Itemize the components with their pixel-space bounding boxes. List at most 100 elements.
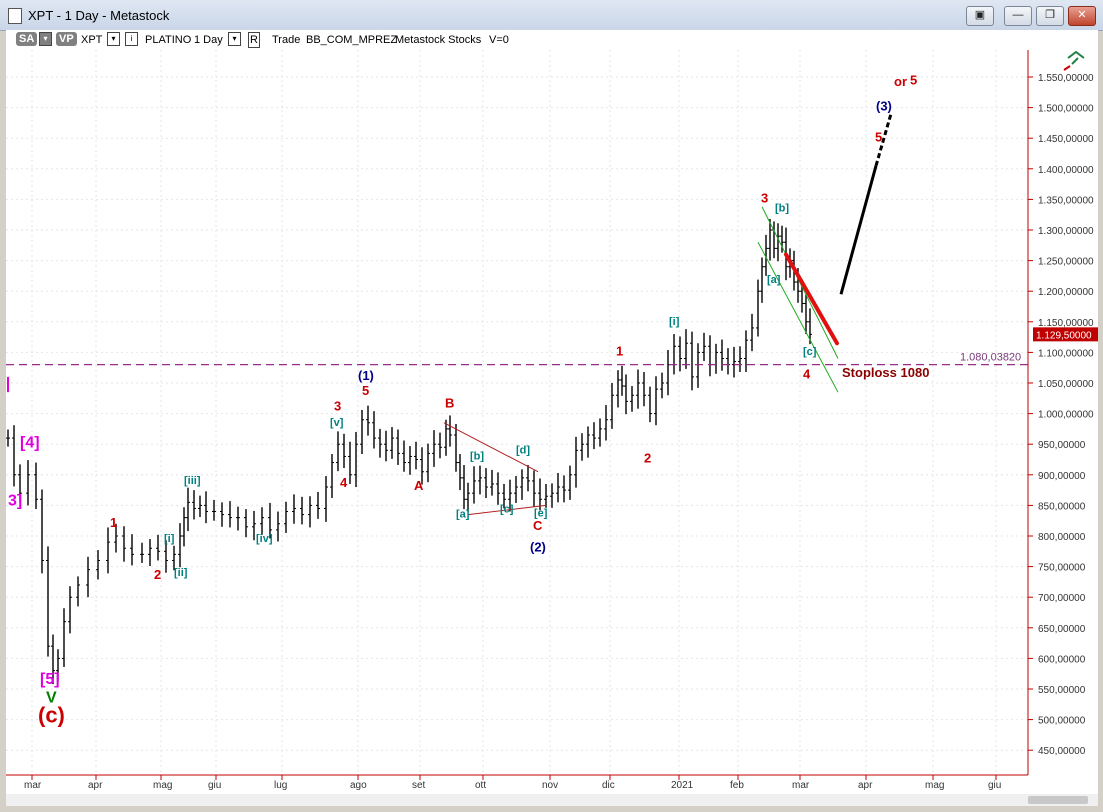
x-tick-label: mag (925, 780, 944, 791)
y-axis: 1.550,00000 1.500,00000 1.450,00000 1.400,0… (1027, 50, 1099, 775)
x-tick-label: ott (475, 780, 486, 791)
x-tick-label: nov (542, 780, 558, 791)
close-button[interactable]: ✕ (1068, 6, 1096, 26)
price-chart-svg[interactable]: 1.080,03820 or 5(3)53[b][a][i][c]4 Stoplos… (6, 50, 1099, 794)
period-label[interactable]: 1 Day (194, 33, 223, 47)
wave-label: or (894, 74, 907, 89)
window-title: XPT - 1 Day - Metastock (28, 8, 170, 23)
x-tick-label: mar (792, 780, 810, 791)
sa-button[interactable]: SA (16, 32, 38, 46)
vp-button[interactable]: VP (56, 32, 77, 46)
wave-label: [iii] (184, 475, 201, 487)
symbol-dropdown-icon[interactable]: ▾ (107, 32, 120, 46)
y-tick-label: 500,00000 (1038, 716, 1086, 727)
price-bars (6, 218, 812, 685)
wave-label: 3 (334, 399, 341, 414)
x-tick-label: set (412, 780, 426, 791)
mode-button[interactable]: R (248, 32, 260, 48)
last-price-label: 1.129,50000 (1036, 330, 1092, 341)
x-tick-label: feb (730, 780, 744, 791)
wave-label: [iv] (256, 533, 273, 545)
y-tick-label: 650,00000 (1038, 624, 1086, 635)
wave-label: [c] (500, 504, 514, 516)
restore-chart-button[interactable]: ▣ (966, 6, 994, 26)
grid-layer (6, 50, 1028, 775)
period-dropdown-icon[interactable]: ▾ (228, 32, 241, 46)
wave-annotations: or 5(3)53[b][a][i][c]4 Stoploss 108012(1)5… (8, 72, 929, 727)
wave-label: 2 (154, 567, 161, 582)
maximize-button[interactable]: ❐ (1036, 6, 1064, 26)
sa-dropdown-icon[interactable]: ▾ (39, 32, 52, 46)
drawing-tool-icon[interactable] (1063, 50, 1085, 71)
y-tick-label: 600,00000 (1038, 654, 1086, 665)
wave-label: [i] (164, 533, 175, 545)
wave-label: 4 (340, 475, 348, 490)
y-tick-label: 1.300,00000 (1038, 226, 1094, 237)
x-tick-label: mag (153, 780, 172, 791)
wave-label: 3] (8, 492, 22, 509)
data-source-label: Metastock Stocks (395, 34, 482, 46)
y-tick-label: 800,00000 (1038, 532, 1086, 543)
symbol-label[interactable]: XPT (81, 33, 102, 47)
wave-label: 2 (644, 451, 651, 466)
wave-label: [5] (40, 671, 60, 688)
info-icon[interactable]: i (125, 32, 138, 46)
wave-label: [b] (470, 451, 484, 463)
y-tick-label: 1.450,00000 (1038, 134, 1094, 145)
wave-label: A (414, 478, 424, 493)
y-tick-label: 1.400,00000 (1038, 165, 1094, 176)
wave-label: B (445, 395, 454, 410)
y-tick-label: 900,00000 (1038, 471, 1086, 482)
app-icon (8, 8, 22, 24)
chart-toolbar: SA ▾ VP XPT ▾ i PLATINO 1 Day ▾ R Trade … (6, 30, 1098, 50)
wave-label: 1 (110, 515, 117, 530)
wave-label: [v] (330, 417, 344, 429)
wave-label: [b] (775, 203, 789, 215)
horizontal-scrollbar[interactable] (6, 794, 1098, 806)
wave-label: 5 (910, 72, 917, 87)
x-tick-label: apr (88, 780, 103, 791)
channel-lower-line (757, 242, 839, 393)
y-tick-label: 1.200,00000 (1038, 287, 1094, 298)
scrollbar-thumb[interactable] (1028, 796, 1088, 804)
wave-label: [c] (803, 346, 817, 358)
price-chart[interactable]: 1.080,03820 or 5 (3) 5 3 [b] [a] [i] [c] 4 Stoplos… (6, 50, 1099, 794)
wave-label: (1) (358, 368, 374, 383)
wave-label: 5 (362, 383, 369, 398)
trade-label[interactable]: Trade (272, 33, 300, 47)
wave-label: [a] (456, 509, 470, 521)
wave-label: [a] (767, 274, 781, 286)
wave-label: (3) (876, 99, 892, 114)
y-tick-label: 1.100,00000 (1038, 348, 1094, 359)
x-tick-label: apr (858, 780, 873, 791)
y-tick-label: 450,00000 (1038, 746, 1086, 757)
wave-label: (c) (38, 703, 65, 728)
y-tick-label: 700,00000 (1038, 593, 1086, 604)
y-tick-label: 1.150,00000 (1038, 318, 1094, 329)
x-tick-label: giu (988, 780, 1001, 791)
y-tick-label: 950,00000 (1038, 440, 1086, 451)
y-tick-label: 1.050,00000 (1038, 379, 1094, 390)
wave-label: (2) (530, 539, 546, 554)
wave-label: [ii] (174, 567, 188, 579)
y-tick-label: 850,00000 (1038, 501, 1086, 512)
x-tick-label: ago (350, 780, 367, 791)
template-label: BB_COM_MPREZ (306, 34, 398, 46)
y-tick-label: 1.250,00000 (1038, 257, 1094, 268)
x-tick-label: dic (602, 780, 615, 791)
y-tick-label: 1.500,00000 (1038, 104, 1094, 115)
wave-label: 3 (761, 190, 768, 205)
x-axis: mar apr mag giu lug ago set ott nov dic 2021 feb mar… (6, 774, 1028, 791)
x-tick-label: mar (24, 780, 42, 791)
wave-label: [d] (516, 444, 530, 456)
volume-label: V=0 (489, 34, 509, 46)
wave-label: 1 (616, 343, 623, 358)
y-tick-label: 1.550,00000 (1038, 73, 1094, 84)
minimize-button[interactable]: — (1004, 6, 1032, 26)
security-name: PLATINO (145, 34, 192, 46)
x-tick-label: giu (208, 780, 221, 791)
y-tick-label: 550,00000 (1038, 685, 1086, 696)
wave-label: [4] (20, 434, 40, 451)
wave-label: Stoploss 1080 (842, 365, 929, 380)
y-tick-label: 1.000,00000 (1038, 410, 1094, 421)
